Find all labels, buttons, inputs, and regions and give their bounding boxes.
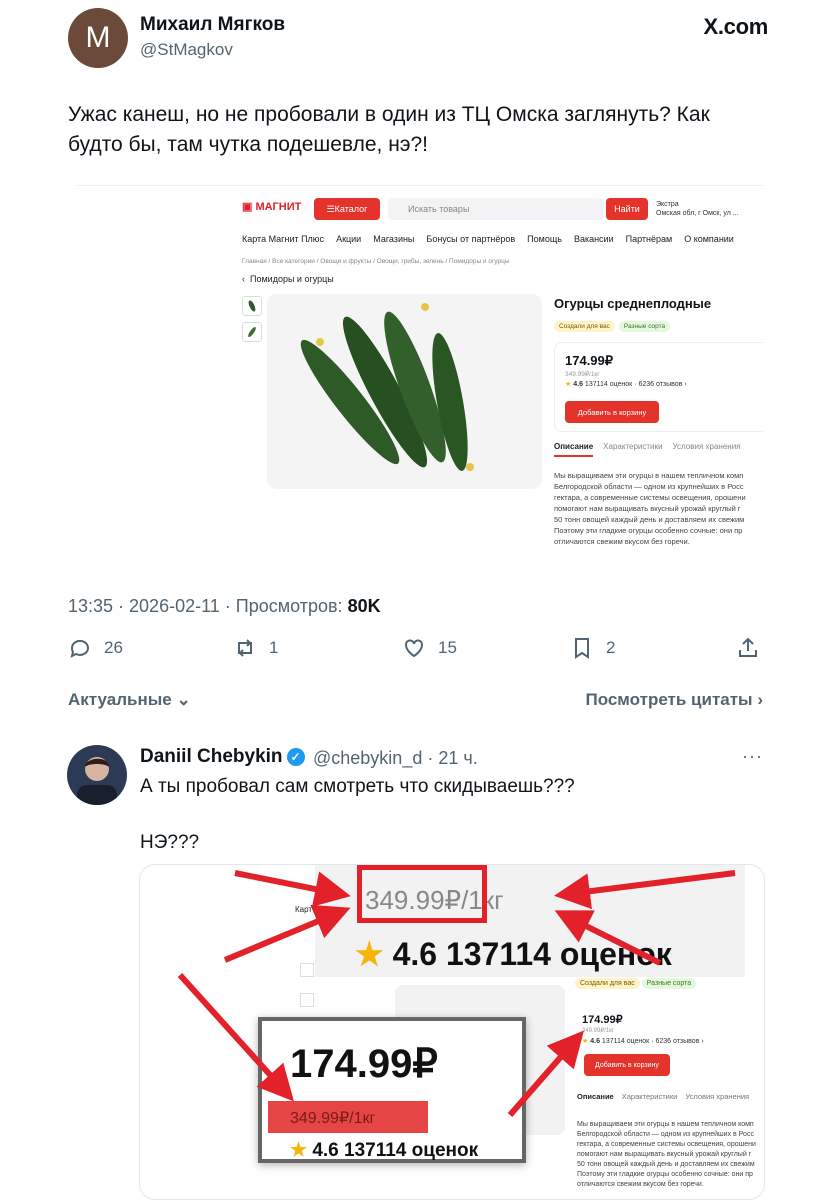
- reply-icon: [70, 639, 89, 658]
- reply-image[interactable]: Карт 349.99₽/1кг ★ 4.6 137114 оценок Соз…: [139, 864, 765, 1200]
- x-logo: X.com: [703, 14, 768, 39]
- zoom-rating-2: ★ 4.6 137114 оценок: [290, 1140, 479, 1161]
- author-handle[interactable]: @StMagkov: [140, 40, 233, 60]
- star-icon: ★: [290, 1140, 308, 1161]
- nav-item: Бонусы от партнёров: [426, 234, 516, 244]
- cucumber-photo: [267, 294, 542, 489]
- tag-badge: Разные сорта: [641, 978, 697, 989]
- zoom-old-price-highlight: 349.99₽/1кг: [268, 1101, 428, 1133]
- share-button[interactable]: [736, 636, 760, 660]
- tag-badge: Создали для вас: [554, 321, 615, 332]
- zoom-price: 174.99₽: [290, 1042, 438, 1086]
- small-description: Мы выращиваем эти огурцы в нашем тепличн…: [577, 1121, 756, 1188]
- tab-characteristics: Характеристики: [603, 442, 663, 451]
- nav-item: Вакансии: [573, 234, 614, 244]
- tag-badge: Разные сорта: [618, 321, 671, 332]
- tag-badge: Создали для вас: [575, 978, 640, 989]
- magnit-logo: ▣ МАГНИТ: [242, 201, 302, 213]
- catalog-button: ☰ Каталог: [314, 198, 380, 220]
- zoomed-old-price: 349.99₽/1кг ★ 4.6 137114 оценок: [315, 865, 745, 977]
- chevron-down-icon: ⌄: [176, 690, 191, 709]
- reply-author-handle[interactable]: @chebykin_d · 21 ч.: [313, 748, 478, 769]
- like-button[interactable]: 15: [402, 636, 457, 660]
- product-title: Огурцы среднеплодные: [554, 296, 712, 311]
- product-tabs: Описание Характеристики Условия хранения: [554, 442, 741, 457]
- bookmark-count: 2: [606, 638, 616, 657]
- cucumber-thumbnail: [242, 296, 262, 316]
- star-icon: ★: [355, 936, 384, 972]
- zoomed-price-box: 174.99₽ 349.99₽/1кг ★ 4.6 137114 оценок: [258, 1017, 526, 1163]
- reply-text: НЭ???: [140, 832, 200, 853]
- bookmark-icon: [575, 638, 589, 659]
- sort-dropdown[interactable]: Актуальные ⌄: [68, 690, 191, 710]
- nav-item: Акции: [336, 234, 362, 244]
- product-description: Мы выращиваем эти огурцы в нашем тепличн…: [554, 471, 746, 546]
- star-icon: ★: [565, 381, 572, 388]
- reply-count: 26: [104, 638, 123, 657]
- small-old-price: 349.99₽/1кг: [582, 1028, 614, 1034]
- zoom-tags: Создали для вас Разные сорта: [575, 978, 764, 989]
- tweet-timestamp[interactable]: 13:35 · 2026-02-11 · Просмотров:: [68, 596, 348, 616]
- views-count: 80K: [347, 596, 381, 616]
- nav-item: О компании: [684, 234, 734, 244]
- nav-item: Карта Магнит Плюс: [242, 234, 325, 244]
- small-price: 174.99₽: [582, 1014, 623, 1026]
- product-price: 174.99₽: [565, 353, 614, 368]
- chevron-right-icon: ›: [757, 690, 763, 709]
- store-selector: Экстра Омская обл, г Омск, ул ...: [656, 200, 739, 218]
- heart-icon: [405, 639, 423, 658]
- magnit-search-input: Искать товары: [388, 198, 604, 220]
- store-address: Омская обл, г Омск, ул ...: [656, 210, 739, 217]
- tweet-header: M Михаил Мягков @StMagkov X.com: [68, 8, 768, 68]
- tweet-meta: 13:35 · 2026-02-11 · Просмотров: 80K: [68, 596, 381, 617]
- tweet-text: Ужас канеш, но не пробовали в один из ТЦ…: [68, 103, 710, 156]
- small-rating: ★ 4.6 137114 оценок · 6236 отзывов ›: [582, 1038, 704, 1045]
- reply-text: А ты пробовал сам смотреть что скидываеш…: [140, 776, 575, 797]
- author-name[interactable]: Михаил Мягков: [140, 14, 285, 36]
- add-to-cart-button: Добавить в корзину: [565, 401, 659, 423]
- product-tags: Создали для вас Разные сорта: [554, 321, 671, 332]
- nav-item: Помощь: [527, 234, 562, 244]
- magnit-nav: Карта Магнит Плюс Акции Магазины Бонусы …: [242, 234, 734, 244]
- partial-nav-label: Карт: [295, 905, 313, 914]
- author-avatar[interactable]: M: [68, 8, 128, 68]
- verified-badge-icon: ✓: [286, 747, 305, 766]
- like-count: 15: [438, 638, 457, 657]
- breadcrumb: Главная / Все категории / Овощи и фрукты…: [242, 258, 510, 265]
- reply-avatar[interactable]: [67, 745, 127, 805]
- repost-count: 1: [269, 638, 279, 657]
- bookmark-button[interactable]: 2: [570, 636, 615, 660]
- cucumber-thumbnail: [242, 322, 262, 342]
- back-link: ‹ Помидоры и огурцы: [242, 274, 334, 284]
- store-name: Экстра: [656, 201, 679, 208]
- zoom-rating: ★ 4.6 137114 оценок: [355, 936, 672, 972]
- star-icon: ★: [582, 1038, 589, 1045]
- old-price: 349.99₽/1кг: [565, 371, 600, 378]
- tweet-actions: 26 1 15 2: [68, 636, 768, 664]
- nav-item: Магазины: [373, 234, 415, 244]
- product-rating: ★ 4.6 137114 оценок · 6236 отзывов ›: [565, 381, 687, 388]
- tab-storage: Условия хранения: [672, 442, 741, 451]
- repost-icon: [238, 639, 252, 657]
- more-options-icon[interactable]: ···: [742, 746, 763, 767]
- nav-item: Партнёрам: [625, 234, 673, 244]
- tweet-image[interactable]: ▣ МАГНИТ ☰ Каталог Искать товары Найти Э…: [77, 185, 763, 565]
- share-icon: [739, 637, 757, 657]
- magnit-header: ▣ МАГНИТ ☰ Каталог Искать товары Найти Э…: [242, 198, 762, 222]
- reply-button[interactable]: 26: [68, 636, 123, 660]
- price-box: 174.99₽ 349.99₽/1кг ★ 4.6 137114 оценок …: [554, 342, 763, 432]
- reply-author-name[interactable]: Daniil Chebykin ✓: [140, 746, 305, 768]
- small-cart-button: Добавить в корзину: [584, 1054, 670, 1076]
- find-button: Найти: [606, 198, 648, 220]
- highlight-box: [357, 865, 487, 923]
- small-tabs: Описание Характеристики Условия хранения: [577, 1092, 750, 1101]
- view-quotes-link[interactable]: Посмотреть цитаты ›: [585, 690, 763, 710]
- product-thumbnails: [242, 296, 262, 348]
- repost-button[interactable]: 1: [233, 636, 278, 660]
- tab-description: Описание: [554, 442, 594, 457]
